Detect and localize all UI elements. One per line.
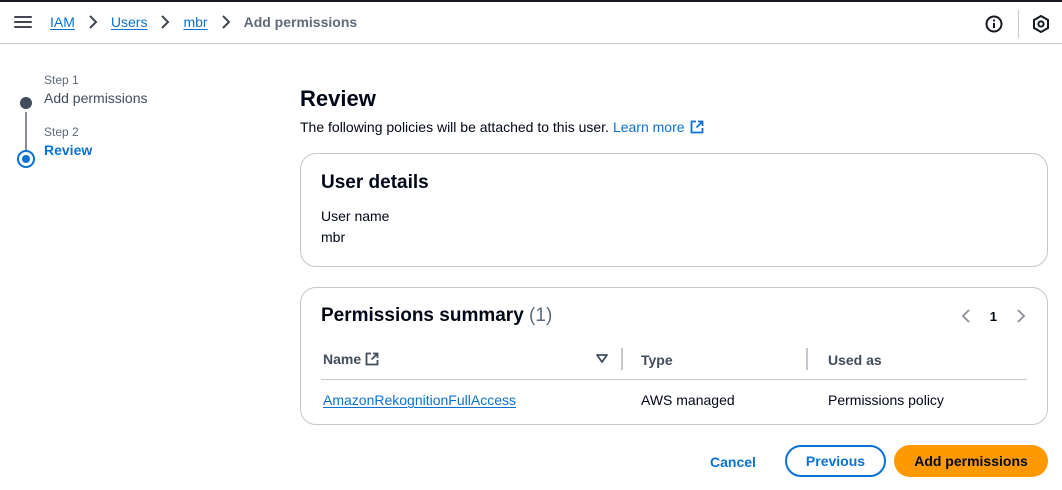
page-title: Review (300, 86, 376, 111)
breadcrumb-current: Add permissions (243, 14, 358, 30)
column-header-name[interactable]: Name (323, 351, 379, 367)
cancel-button[interactable]: Cancel (700, 446, 766, 478)
user-details-card: User details User name mbr (300, 153, 1048, 267)
permissions-summary-card: Permissions summary (1) 1 Name Type Used… (300, 287, 1048, 425)
step-number: Step 2 (44, 125, 79, 139)
step-title: Add permissions (44, 90, 148, 106)
top-navigation: IAM Users mbr Add permissions (0, 0, 1062, 44)
chevron-right-icon (159, 14, 171, 30)
learn-more-label: Learn more (612, 119, 685, 135)
permissions-count: (1) (529, 305, 553, 326)
settings-icon[interactable] (1031, 14, 1051, 34)
breadcrumb-iam[interactable]: IAM (50, 14, 75, 30)
external-link-icon (690, 120, 703, 134)
learn-more-link[interactable]: Learn more (613, 119, 704, 135)
column-header-used-as: Used as (828, 352, 882, 368)
user-details-title: User details (321, 172, 429, 193)
previous-page-icon[interactable] (958, 308, 974, 324)
user-name-label: User name (321, 208, 390, 224)
breadcrumb-user-mbr[interactable]: mbr (183, 14, 207, 30)
column-divider[interactable] (806, 348, 808, 370)
info-icon[interactable] (984, 14, 1004, 34)
step-number: Step 1 (44, 73, 79, 87)
add-permissions-button[interactable]: Add permissions (894, 445, 1048, 477)
step-title: Review (44, 142, 93, 158)
next-page-icon[interactable] (1013, 308, 1029, 324)
step-add-permissions[interactable]: Step 1 Add permissions (16, 72, 256, 108)
permissions-summary-title: Permissions summary (1) (321, 305, 552, 327)
column-divider[interactable] (621, 348, 623, 370)
hamburger-menu-icon[interactable] (14, 14, 32, 30)
permissions-summary-heading: Permissions summary (321, 305, 524, 326)
page-number[interactable]: 1 (990, 309, 997, 324)
previous-button[interactable]: Previous (785, 445, 886, 477)
page-description: The following policies will be attached … (300, 119, 704, 135)
policy-type-cell: AWS managed (641, 392, 735, 408)
table-header-divider (321, 379, 1027, 380)
step-active-indicator (17, 150, 35, 168)
user-name-value: mbr (321, 229, 346, 245)
chevron-right-icon (220, 14, 232, 30)
description-text: The following policies will be attached … (300, 119, 609, 135)
breadcrumb: IAM Users mbr Add permissions (50, 14, 357, 30)
column-header-type: Type (641, 352, 673, 368)
sort-down-icon[interactable] (595, 352, 609, 366)
wizard-steps: Step 1 Add permissions Step 2 Review (16, 72, 256, 168)
chevron-right-icon (87, 14, 99, 30)
step-review: Step 2 Review (16, 124, 256, 160)
column-name-label: Name (323, 351, 362, 367)
step-complete-indicator (20, 97, 32, 109)
breadcrumb-users[interactable]: Users (111, 14, 148, 30)
pagination: 1 (958, 308, 1029, 324)
external-link-icon (365, 352, 379, 366)
toolbar-divider (1018, 10, 1019, 38)
policy-name-link[interactable]: AmazonRekognitionFullAccess (323, 392, 516, 408)
policy-used-as-cell: Permissions policy (828, 392, 944, 408)
